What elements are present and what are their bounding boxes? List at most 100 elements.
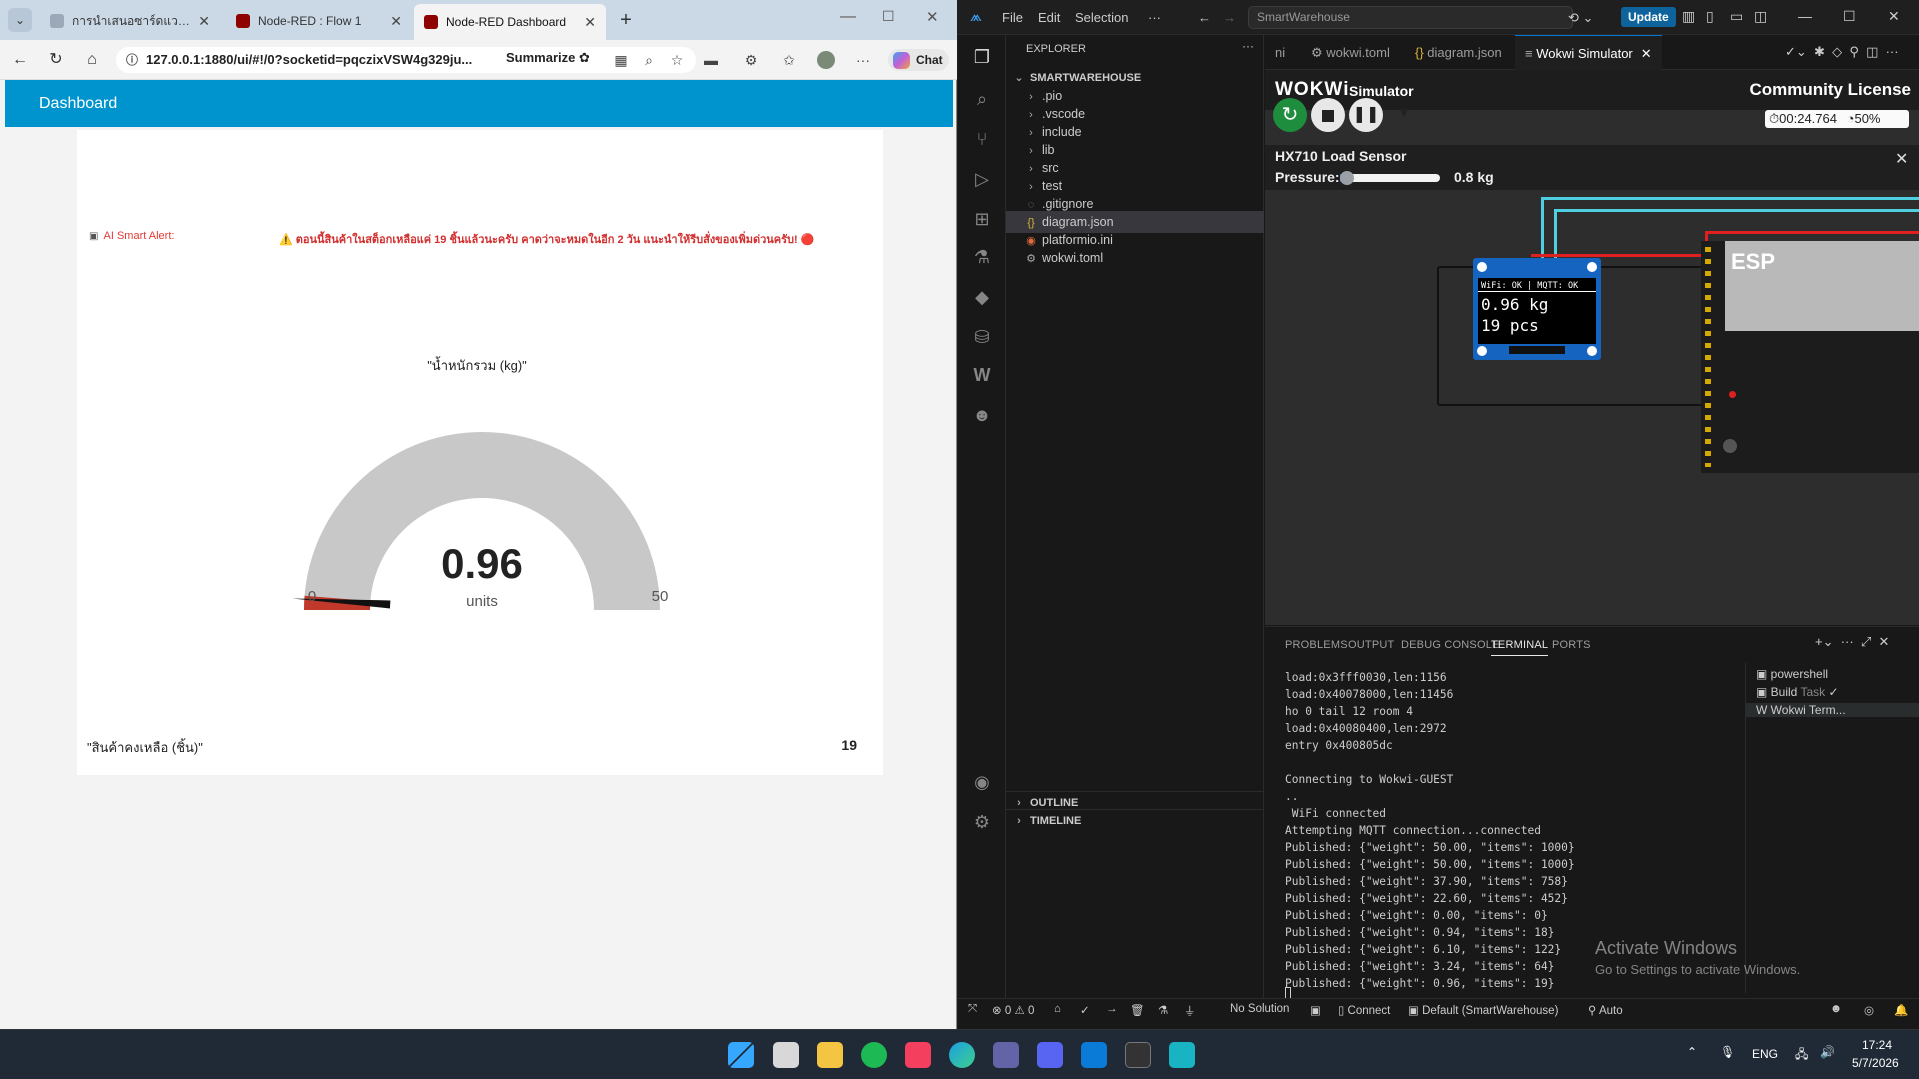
menu-edit[interactable]: Edit	[1038, 10, 1060, 25]
reader-icon[interactable]: ▦	[612, 51, 630, 69]
browser-tab-dashboard[interactable]: Node-RED Dashboard ✕	[414, 4, 606, 40]
pio-upload-icon[interactable]: →	[1106, 1003, 1118, 1015]
stop-button[interactable]	[1311, 98, 1345, 132]
home-icon[interactable]: ⌂	[82, 50, 102, 70]
pause-button[interactable]: ❚❚	[1349, 98, 1383, 132]
editor-actions[interactable]: ✓⌄ ✱ ◇ ⚲ ◫ ···	[1785, 44, 1899, 60]
editor-tab-wokwi-toml[interactable]: ⚙ wokwi.toml	[1301, 35, 1400, 70]
editor-tab-diagram-json[interactable]: {} diagram.json	[1405, 35, 1512, 70]
panel-tab-ports[interactable]: PORTS	[1552, 639, 1591, 651]
copilot-icon[interactable]: ⟲ ⌄	[1568, 10, 1593, 26]
panel-tab-output[interactable]: OUTPUT	[1348, 639, 1394, 651]
site-info-icon[interactable]: ⓘ	[126, 47, 138, 73]
pio-serial-icon[interactable]: ⏚	[1184, 1003, 1196, 1019]
spotify-icon[interactable]	[861, 1042, 887, 1068]
menu-more[interactable]: ···	[1148, 10, 1161, 25]
python-icon[interactable]: ◆	[970, 285, 994, 309]
minimize-icon[interactable]: —	[1798, 8, 1812, 24]
terminal-status-icon[interactable]: ▣	[1310, 1003, 1321, 1017]
pio-build-icon[interactable]: ✓	[1080, 1003, 1090, 1017]
circuit-canvas[interactable]: WiFi: OK | MQTT: OK 0.96 kg 19 pcs ESP	[1265, 191, 1919, 625]
minimize-icon[interactable]: —	[840, 8, 856, 26]
editor-tab-ini[interactable]: ni	[1265, 35, 1295, 70]
explorer-icon[interactable]: ❐	[970, 45, 994, 69]
panel-tab-terminal[interactable]: TERMINAL	[1491, 639, 1549, 656]
start-icon[interactable]	[728, 1042, 754, 1068]
discord-icon[interactable]	[1037, 1042, 1063, 1068]
layout-toggle-icon[interactable]: ▥	[1682, 8, 1695, 25]
extensions-icon[interactable]: ⊞	[970, 207, 994, 231]
pio-clean-icon[interactable]: 🗑	[1130, 1003, 1145, 1017]
maximize-icon[interactable]: ☐	[1843, 8, 1856, 25]
timeline-section[interactable]: › TIMELINE	[1006, 809, 1264, 831]
network-icon[interactable]: 🖧	[1795, 1045, 1808, 1066]
close-icon[interactable]: ✕	[584, 14, 596, 31]
extensions-icon[interactable]: ⚙	[742, 51, 760, 69]
restart-button[interactable]: ↻	[1273, 98, 1307, 132]
tab-actions-button[interactable]: ⌄	[8, 8, 32, 32]
file-explorer-icon[interactable]	[817, 1042, 843, 1068]
volume-icon[interactable]: 🔊	[1820, 1045, 1835, 1059]
update-button[interactable]: Update	[1621, 7, 1676, 27]
run-debug-icon[interactable]: ▷	[970, 167, 994, 191]
edge-icon[interactable]	[949, 1042, 975, 1068]
database-icon[interactable]: ⛁	[970, 325, 994, 349]
notifications-bell-icon[interactable]: 🔔	[1894, 1003, 1908, 1017]
problems-status[interactable]: ⊗ 0 ⚠ 0	[992, 1003, 1034, 1017]
close-window-icon[interactable]: ✕	[926, 8, 939, 26]
nav-forward-icon[interactable]: →	[1223, 10, 1236, 25]
remote-icon[interactable]: ⤧	[968, 1003, 977, 1016]
maximize-icon[interactable]: ☐	[882, 8, 895, 25]
tree-item-wokwitoml[interactable]: ⚙ wokwi.toml	[1006, 247, 1264, 269]
editor-tab-wokwi-simulator[interactable]: ≡ Wokwi Simulator ✕	[1515, 35, 1662, 70]
secondary-sidebar-icon[interactable]: ◫	[1754, 8, 1767, 25]
explorer-more-icon[interactable]: ···	[1242, 39, 1254, 53]
new-tab-button[interactable]: +	[614, 8, 638, 32]
language-indicator[interactable]: ENG	[1752, 1047, 1778, 1061]
browser-tab-wokwi[interactable]: การนำเสนอซาร์ดแวร์ ESP32 Wokwi - C ✕	[40, 6, 220, 36]
close-icon[interactable]: ✕	[198, 13, 210, 30]
teams-icon[interactable]	[993, 1042, 1019, 1068]
close-icon[interactable]: ✕	[1641, 46, 1652, 61]
url-input[interactable]: ⓘ 127.0.0.1:1880/ui/#!/0?socketid=pqczix…	[116, 47, 696, 73]
close-window-icon[interactable]: ✕	[1888, 8, 1900, 25]
mic-icon[interactable]: 🎙	[1720, 1045, 1735, 1059]
menu-file[interactable]: File	[1002, 10, 1023, 25]
music-icon[interactable]	[905, 1042, 931, 1068]
tray-chevron-icon[interactable]: ⌃	[1687, 1045, 1697, 1059]
connect-status[interactable]: ▯ Connect	[1338, 1003, 1390, 1017]
no-solution-status[interactable]: No Solution	[1230, 1003, 1289, 1015]
terminal-build-task[interactable]: ▣ Build Task ✓	[1756, 685, 1839, 699]
copilot-chat-button[interactable]: Chat	[888, 49, 949, 71]
pio-test-icon[interactable]: ⚗	[1158, 1003, 1168, 1017]
terminal-wokwi[interactable]: W Wokwi Term...	[1746, 703, 1919, 717]
source-control-icon[interactable]: ⑂	[970, 127, 994, 151]
panel-tab-debug-console[interactable]: DEBUG CONSOLE	[1401, 639, 1500, 651]
pressure-slider[interactable]	[1340, 171, 1440, 185]
pio-home-icon[interactable]: ⌂	[1054, 1003, 1061, 1015]
terminal-powershell[interactable]: ▣ powershell	[1756, 667, 1828, 681]
close-icon[interactable]: ✕	[1895, 149, 1908, 169]
task-view-icon[interactable]	[773, 1042, 799, 1068]
vscode-taskbar-icon[interactable]	[1081, 1042, 1107, 1068]
platformio-icon[interactable]: ☻	[970, 403, 994, 427]
clock-date[interactable]: 5/7/2026	[1852, 1056, 1899, 1070]
broadcast-icon[interactable]: ◎	[1864, 1003, 1874, 1017]
favorite-icon[interactable]: ☆	[668, 51, 686, 69]
sidebar-toggle-icon[interactable]: ▯	[1706, 8, 1714, 25]
nav-back-icon[interactable]: ←	[1198, 10, 1211, 25]
back-icon[interactable]: ←	[10, 50, 30, 70]
favorites-icon[interactable]: ✩	[780, 51, 798, 69]
zoom-icon[interactable]: ⌕	[640, 51, 658, 69]
chevron-down-icon[interactable]: ▼	[1397, 104, 1411, 120]
search-icon[interactable]: ⌕	[970, 87, 994, 111]
terminal-taskbar-icon[interactable]	[1125, 1042, 1151, 1068]
auto-status[interactable]: ⚲ Auto	[1588, 1003, 1623, 1017]
default-env-status[interactable]: ▣ Default (SmartWarehouse)	[1408, 1003, 1558, 1017]
testing-icon[interactable]: ⚗	[970, 245, 994, 269]
command-center-search[interactable]: SmartWarehouse	[1248, 6, 1573, 29]
browser-tab-nodered-flow[interactable]: Node-RED : Flow 1 ✕	[226, 6, 412, 36]
summarize-button[interactable]: Summarize ✿	[506, 50, 590, 66]
settings-gear-icon[interactable]: ⚙	[970, 810, 994, 834]
slider-knob[interactable]	[1340, 171, 1354, 185]
